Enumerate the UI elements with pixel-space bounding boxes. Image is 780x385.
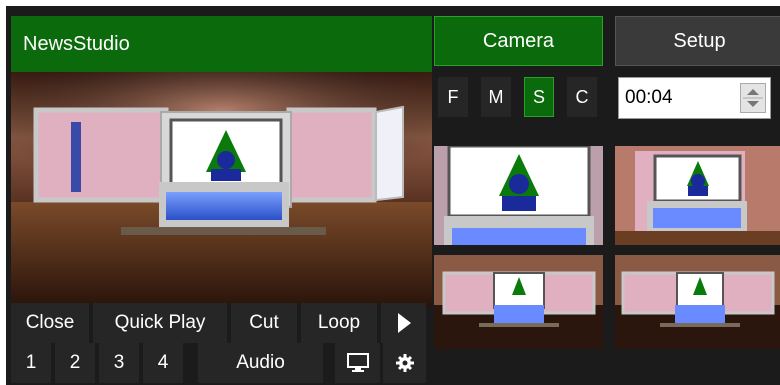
shot-single-button[interactable]: S (524, 77, 554, 117)
audio-button[interactable]: Audio (198, 343, 323, 383)
program-preview[interactable] (11, 72, 432, 306)
camera-thumbnail-2[interactable] (615, 146, 780, 245)
camera-thumbnail-3[interactable] (434, 255, 603, 349)
shot-full-button[interactable]: F (438, 77, 468, 117)
gear-icon (395, 353, 415, 373)
external-output-button[interactable] (335, 343, 380, 383)
monitor-icon (346, 353, 369, 373)
shot-full-label: F (447, 86, 459, 107)
quick-play-label: Quick Play (114, 312, 206, 333)
tab-camera-label: Camera (482, 29, 555, 52)
play-arrow-icon (396, 312, 412, 334)
cut-button[interactable]: Cut (231, 303, 297, 343)
app-title: NewsStudio (23, 32, 130, 55)
app-title-bar: NewsStudio (11, 16, 432, 72)
duration-spinner[interactable] (740, 83, 766, 113)
preset-3-label: 3 (113, 352, 125, 373)
shot-medium-button[interactable]: M (481, 77, 511, 117)
preset-2-label: 2 (69, 352, 81, 373)
shot-close-button[interactable]: C (567, 77, 597, 117)
preset-4-button[interactable]: 4 (143, 343, 183, 383)
duration-field (618, 77, 771, 119)
preset-2-button[interactable]: 2 (55, 343, 95, 383)
tab-setup[interactable]: Setup (615, 16, 780, 66)
play-button[interactable] (381, 303, 426, 343)
close-label: Close (25, 312, 75, 333)
camera-thumbnail-1[interactable] (434, 146, 603, 245)
shot-single-label: S (532, 86, 545, 107)
quick-play-button[interactable]: Quick Play (93, 303, 227, 343)
preset-1-label: 1 (25, 352, 37, 373)
camera-thumbnail-4[interactable] (615, 255, 780, 349)
settings-button[interactable] (383, 343, 426, 383)
duration-input[interactable] (623, 86, 737, 110)
shot-medium-label: M (488, 86, 504, 107)
preset-4-label: 4 (157, 352, 169, 373)
cut-label: Cut (249, 312, 279, 333)
tab-setup-label: Setup (673, 29, 726, 52)
preset-1-button[interactable]: 1 (11, 343, 51, 383)
loop-button[interactable]: Loop (301, 303, 377, 343)
close-button[interactable]: Close (11, 303, 89, 343)
tab-camera[interactable]: Camera (434, 16, 603, 66)
shot-close-label: C (575, 86, 589, 107)
loop-label: Loop (317, 312, 361, 333)
audio-label: Audio (236, 352, 285, 373)
preset-3-button[interactable]: 3 (99, 343, 139, 383)
